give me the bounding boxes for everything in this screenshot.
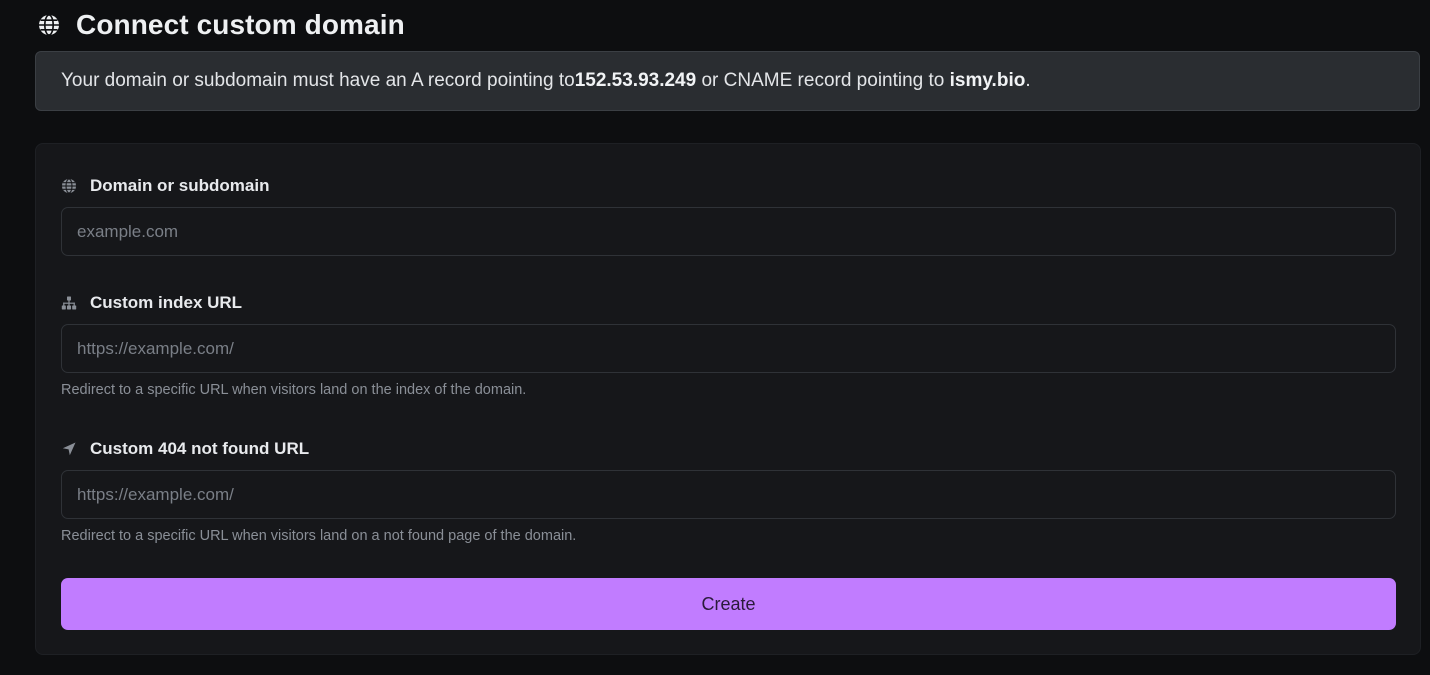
alert-ip-address: 152.53.93.249 — [574, 70, 697, 91]
create-button[interactable]: Create — [61, 578, 1396, 630]
location-arrow-icon — [61, 441, 77, 457]
not-found-url-label-text: Custom 404 not found URL — [90, 439, 310, 458]
index-url-label-text: Custom index URL — [90, 293, 243, 312]
alert-text-prefix: Your domain or subdomain must have an A … — [61, 70, 575, 91]
page-title: Connect custom domain — [76, 9, 405, 40]
page: Connect custom domain Your domain or sub… — [0, 0, 1430, 675]
index-url-input[interactable] — [61, 324, 1396, 373]
not-found-url-label: Custom 404 not found URL — [61, 439, 309, 459]
index-url-label: Custom index URL — [61, 293, 242, 313]
globe-icon — [36, 12, 62, 38]
alert-text-middle: or CNAME record pointing to — [696, 70, 950, 91]
sitemap-icon — [61, 295, 77, 311]
globe-icon — [61, 178, 77, 194]
domain-label: Domain or subdomain — [61, 176, 269, 196]
domain-input[interactable] — [61, 207, 1396, 256]
custom-domain-form: Domain or subdomain Custom index URL Red… — [35, 143, 1421, 655]
page-header: Connect custom domain — [36, 6, 405, 44]
not-found-url-help: Redirect to a specific URL when visitors… — [61, 528, 577, 544]
not-found-url-input[interactable] — [61, 470, 1396, 519]
alert-cname-target: ismy.bio — [949, 70, 1026, 91]
alert-text-suffix: . — [1025, 70, 1031, 91]
dns-info-alert: Your domain or subdomain must have an A … — [35, 51, 1420, 111]
domain-label-text: Domain or subdomain — [90, 176, 270, 195]
index-url-help: Redirect to a specific URL when visitors… — [61, 382, 527, 398]
